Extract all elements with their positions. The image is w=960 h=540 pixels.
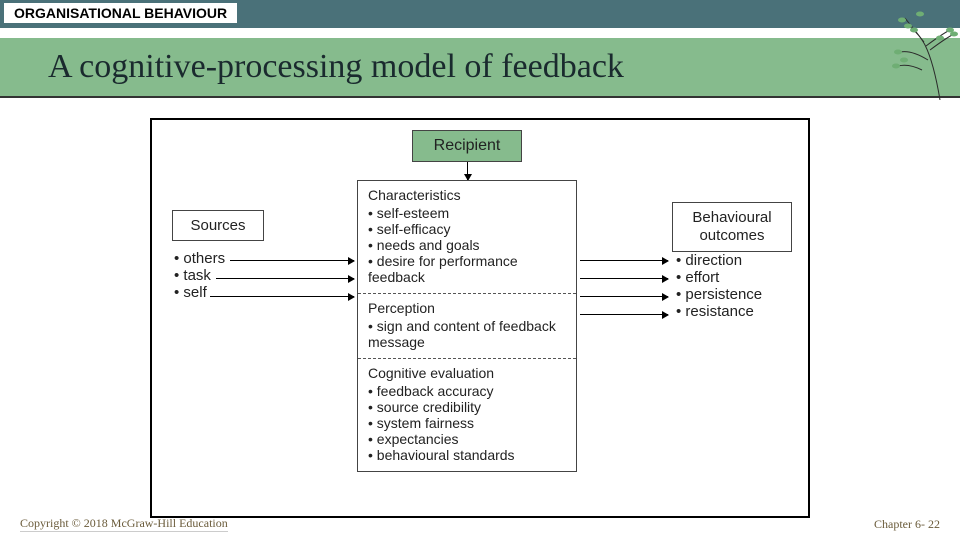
list-item: sign and content of feedback message (368, 318, 566, 350)
list-item: behavioural standards (368, 447, 566, 463)
outcomes-box: Behavioural outcomes (672, 202, 792, 252)
list-item: effort (676, 269, 762, 286)
list-item: desire for performance feedback (368, 253, 566, 285)
characteristics-section: Characteristics self-esteem self-efficac… (358, 181, 576, 293)
diagram-frame: Recipient Sources others task self Chara… (150, 118, 810, 518)
perception-section: Perception sign and content of feedback … (358, 293, 576, 358)
header-bar: ORGANISATIONAL BEHAVIOUR (0, 0, 960, 28)
list-item: expectancies (368, 431, 566, 447)
slide-title: A cognitive-processing model of feedback (48, 48, 624, 86)
connector-line (210, 296, 258, 297)
arrow-icon (580, 314, 668, 315)
outcomes-list: direction effort persistence resistance (676, 252, 762, 320)
arrow-icon (258, 296, 354, 297)
list-item: persistence (676, 286, 762, 303)
list-item: needs and goals (368, 237, 566, 253)
section-title: Characteristics (368, 187, 566, 203)
arrow-icon (258, 260, 354, 261)
arrow-recipient-down (467, 162, 468, 180)
list-item: self-esteem (368, 205, 566, 221)
arrow-icon (580, 260, 668, 261)
arrow-icon (580, 278, 668, 279)
section-title: Perception (368, 300, 566, 316)
connector-line (216, 278, 258, 279)
list-item: task (174, 267, 225, 284)
list-item: self (174, 284, 225, 301)
cognitive-section: Cognitive evaluation feedback accuracy s… (358, 358, 576, 471)
recipient-characteristics-block: Characteristics self-esteem self-efficac… (357, 180, 577, 472)
list-item: feedback accuracy (368, 383, 566, 399)
recipient-box: Recipient (412, 130, 522, 162)
list-item: system fairness (368, 415, 566, 431)
list-item: source credibility (368, 399, 566, 415)
list-item: resistance (676, 303, 762, 320)
title-band: A cognitive-processing model of feedback (0, 38, 960, 98)
connector-line (230, 260, 258, 261)
course-label: ORGANISATIONAL BEHAVIOUR (4, 3, 237, 23)
list-item: self-efficacy (368, 221, 566, 237)
list-item: others (174, 250, 225, 267)
arrow-icon (258, 278, 354, 279)
sources-list: others task self (174, 250, 225, 301)
footer-copyright: Copyright © 2018 McGraw-Hill Education (20, 516, 228, 532)
sources-box: Sources (172, 210, 264, 241)
arrow-icon (580, 296, 668, 297)
footer-chapter: Chapter 6- 22 (874, 517, 940, 532)
list-item: direction (676, 252, 762, 269)
section-title: Cognitive evaluation (368, 365, 566, 381)
